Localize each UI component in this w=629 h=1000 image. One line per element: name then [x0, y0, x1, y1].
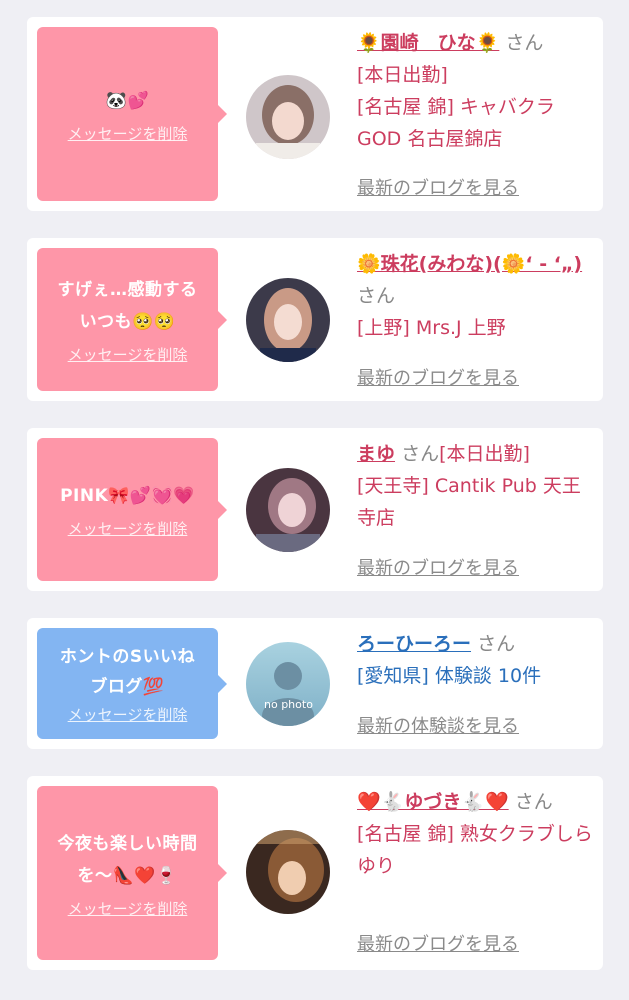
message-card: 🐼💕 メッセージを削除 🌻園崎 ひな🌻 さん [本日出勤] [名古屋 錦] キャ… — [27, 17, 603, 211]
honorific: さん — [477, 633, 516, 655]
user-name-link[interactable]: ❤️🐇ゆづき🐇❤️ — [357, 791, 509, 813]
message-card: 今夜も楽しい時間 を〜👠❤️🍷 メッセージを削除 ❤️🐇ゆづき🐇❤️ さん [名… — [27, 776, 603, 970]
svg-text:no photo: no photo — [264, 698, 313, 711]
honorific: さん — [505, 32, 544, 54]
user-name-link[interactable]: ろーひーろー — [357, 633, 471, 655]
message-bubble: 🐼💕 メッセージを削除 — [37, 27, 227, 201]
message-bubble: PINK🎀💕💓💗 メッセージを削除 — [37, 438, 227, 581]
message-card: すげぇ…感動する いつも🥺🥺 メッセージを削除 🌼珠花(みわな)(🌼‘ - ‘„… — [27, 238, 603, 401]
honorific: さん — [357, 285, 396, 307]
shop-detail: [上野] Mrs.J 上野 — [357, 317, 506, 339]
message-text: すげぇ…感動する いつも🥺🥺 — [57, 280, 198, 332]
message-card: PINK🎀💕💓💗 メッセージを削除 まゆ さん[本日出勤] [天王寺] Cant… — [27, 428, 603, 591]
user-info: 🌻園崎 ひな🌻 さん [本日出勤] [名古屋 錦] キャバクラGOD 名古屋錦店 — [357, 27, 593, 155]
message-bubble: ホントのSいいね ブログ💯 メッセージを削除 — [37, 628, 227, 739]
message-text: ホントのSいいね ブログ💯 — [59, 647, 196, 697]
delete-message-button[interactable]: メッセージを削除 — [68, 704, 188, 725]
avatar[interactable] — [246, 468, 330, 552]
delete-message-button[interactable]: メッセージを削除 — [68, 898, 188, 919]
review-detail: [愛知県] 体験談 10件 — [357, 665, 542, 687]
shop-detail: [名古屋 錦] 熟女クラブしらゆり — [357, 823, 593, 877]
latest-blog-link[interactable]: 最新のブログを見る — [357, 554, 519, 580]
delete-message-button[interactable]: メッセージを削除 — [68, 344, 188, 365]
message-text: 🐼💕 — [105, 90, 150, 111]
latest-blog-link[interactable]: 最新のブログを見る — [357, 174, 519, 200]
message-bubble: すげぇ…感動する いつも🥺🥺 メッセージを削除 — [37, 248, 227, 391]
latest-blog-link[interactable]: 最新のブログを見る — [357, 364, 519, 390]
user-info: ろーひーろー さん [愛知県] 体験談 10件 — [357, 628, 593, 692]
latest-blog-link[interactable]: 最新のブログを見る — [357, 930, 519, 956]
message-text: 今夜も楽しい時間 を〜👠❤️🍷 — [57, 833, 198, 886]
user-info: まゆ さん[本日出勤] [天王寺] Cantik Pub 天王寺店 — [357, 438, 593, 534]
user-name-link[interactable]: 🌼珠花(みわな)(🌼‘ - ‘„) — [357, 253, 582, 275]
message-text: PINK🎀💕💓💗 — [60, 486, 195, 506]
delete-message-button[interactable]: メッセージを削除 — [68, 518, 188, 539]
latest-review-link[interactable]: 最新の体験談を見る — [357, 712, 519, 738]
avatar[interactable] — [246, 278, 330, 362]
message-list: 🐼💕 メッセージを削除 🌻園崎 ひな🌻 さん [本日出勤] [名古屋 錦] キャ… — [0, 0, 629, 1000]
delete-message-button[interactable]: メッセージを削除 — [68, 123, 188, 144]
honorific: さん — [401, 443, 440, 465]
shop-detail: [本日出勤] [名古屋 錦] キャバクラGOD 名古屋錦店 — [357, 64, 555, 150]
user-info: ❤️🐇ゆづき🐇❤️ さん [名古屋 錦] 熟女クラブしらゆり — [357, 786, 593, 882]
message-bubble: 今夜も楽しい時間 を〜👠❤️🍷 メッセージを削除 — [37, 786, 227, 960]
message-card: ホントのSいいね ブログ💯 メッセージを削除 no photo ろーひーろー さ… — [27, 618, 603, 749]
avatar[interactable] — [246, 75, 330, 159]
user-name-link[interactable]: 🌻園崎 ひな🌻 — [357, 32, 499, 54]
user-info: 🌼珠花(みわな)(🌼‘ - ‘„) さん [上野] Mrs.J 上野 — [357, 248, 593, 344]
avatar[interactable] — [246, 830, 330, 914]
user-name-link[interactable]: まゆ — [357, 443, 395, 465]
avatar[interactable]: no photo — [246, 642, 330, 726]
honorific: さん — [514, 791, 553, 813]
